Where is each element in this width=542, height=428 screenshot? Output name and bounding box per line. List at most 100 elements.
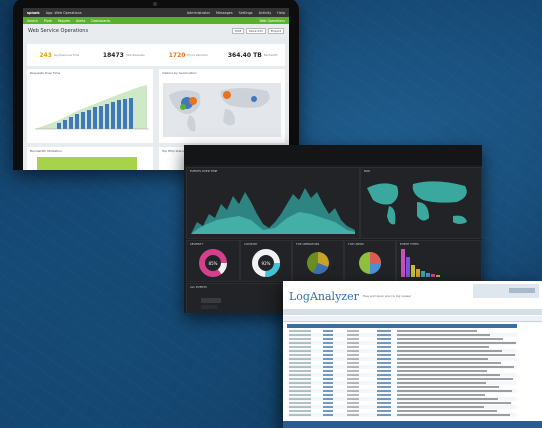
search-field[interactable] <box>509 288 535 293</box>
events-filter-field[interactable] <box>201 305 217 309</box>
bar <box>426 273 430 277</box>
log-cell <box>347 342 359 344</box>
app-menu-item[interactable]: Messages <box>216 11 233 15</box>
bandwidth-bars <box>37 157 137 170</box>
log-cell <box>323 374 333 376</box>
log-cell <box>347 334 359 336</box>
geo-map <box>163 83 281 137</box>
log-cell <box>347 402 359 404</box>
nav-item[interactable]: Pivot <box>44 19 52 23</box>
log-cell <box>397 338 503 340</box>
log-cell <box>323 390 333 392</box>
app-menu-item[interactable]: Help <box>277 11 285 15</box>
nav-item[interactable]: Search <box>27 19 38 23</box>
map-bubble[interactable] <box>180 104 186 110</box>
log-cell <box>323 350 333 352</box>
stats-row: 243 Avg Response Time 18473 Total Reques… <box>27 44 285 66</box>
users-pie <box>359 252 381 274</box>
log-cell <box>347 410 359 412</box>
log-cell <box>397 334 490 336</box>
map-bubble[interactable] <box>189 97 197 105</box>
app-bar: splunk App: Web Operations Administrator… <box>23 8 289 17</box>
panel-title: Requests Over Time <box>30 71 61 75</box>
app-menu-item[interactable]: Administrator <box>187 11 210 15</box>
app-menu-item[interactable]: Activity <box>259 11 272 15</box>
dashboard-header: Web Service Operations Edit More Info Ex… <box>23 24 289 38</box>
log-cell <box>347 414 359 416</box>
log-cell <box>377 338 391 340</box>
map-north-america <box>367 183 399 205</box>
log-cell <box>323 394 333 396</box>
app-menu-item[interactable]: App: Web Operations <box>46 11 82 15</box>
nav-item[interactable]: Dashboards <box>91 19 110 23</box>
bar <box>87 110 91 129</box>
donut-center: 92% <box>262 261 271 266</box>
log-analyzer-logo[interactable]: LogAnalyzer <box>289 290 359 303</box>
log-cell <box>347 366 359 368</box>
stat-value: 18473 <box>102 51 124 59</box>
stat-bandwidth: 364.40 TB Bandwidth <box>221 44 286 66</box>
requests-chart <box>35 85 149 130</box>
log-cell <box>347 386 359 388</box>
nav-app-name: Web Operations <box>259 18 286 23</box>
log-cell <box>377 366 391 368</box>
bandwidth-chart <box>37 157 137 170</box>
log-cell <box>347 382 359 384</box>
log-cell <box>377 334 391 336</box>
log-cell <box>377 374 391 376</box>
log-cell <box>377 410 391 412</box>
country-donut: 92% <box>252 249 280 277</box>
stat-label: Bandwidth <box>263 53 278 57</box>
events-filter-field[interactable] <box>201 298 221 303</box>
log-cell <box>289 414 311 416</box>
log-cell <box>289 402 311 404</box>
log-cell <box>323 342 333 344</box>
nav-bar: Search Pivot Reports Alerts Dashboards W… <box>23 17 289 24</box>
stat-errors: 1720 Errors Reported <box>156 44 221 66</box>
log-cell <box>323 370 333 372</box>
log-cell <box>323 346 333 348</box>
log-cell <box>377 390 391 392</box>
panel-title: Bandwidth Utilization <box>30 149 62 153</box>
nav-item[interactable]: Reports <box>58 19 70 23</box>
app-logo[interactable]: splunk <box>27 11 40 15</box>
log-cell <box>289 378 311 380</box>
map-panel: MAP <box>360 167 482 239</box>
log-cell <box>397 370 487 372</box>
severity-panel: SEVERITY 85% <box>186 240 240 282</box>
log-cell <box>397 390 512 392</box>
map-bubble[interactable] <box>223 91 231 99</box>
log-cell <box>323 414 333 416</box>
event-types-panel: EVENT TYPES <box>396 240 482 282</box>
bar <box>111 102 115 129</box>
log-cell <box>289 406 311 408</box>
bar <box>75 114 79 129</box>
log-cell <box>289 366 311 368</box>
pie-slice <box>370 263 381 274</box>
more-info-button[interactable]: More Info <box>246 28 267 34</box>
log-cell <box>397 398 498 400</box>
top-users-panel: TOP USERS <box>344 240 396 282</box>
log-cell <box>377 394 391 396</box>
log-cell <box>347 346 359 348</box>
log-cell <box>289 362 311 364</box>
stat-label: Errors Reported <box>187 53 208 57</box>
log-cell <box>397 346 489 348</box>
nav-item[interactable]: Alerts <box>76 19 85 23</box>
severity-donut: 85% <box>199 249 227 277</box>
edit-button[interactable]: Edit <box>232 28 245 34</box>
log-cell <box>397 354 515 356</box>
log-toolbar <box>473 284 539 298</box>
app-menu-item[interactable]: Settings <box>239 11 253 15</box>
log-cell <box>289 338 311 340</box>
log-cell <box>323 330 333 332</box>
log-cell <box>397 342 516 344</box>
os-taskbar <box>283 421 542 428</box>
map-bubble[interactable] <box>251 96 257 102</box>
map-australia <box>453 215 467 224</box>
bar <box>81 112 85 129</box>
bar <box>117 100 121 129</box>
log-cell <box>289 346 311 348</box>
export-button[interactable]: Export <box>268 28 284 34</box>
bar <box>421 271 425 277</box>
